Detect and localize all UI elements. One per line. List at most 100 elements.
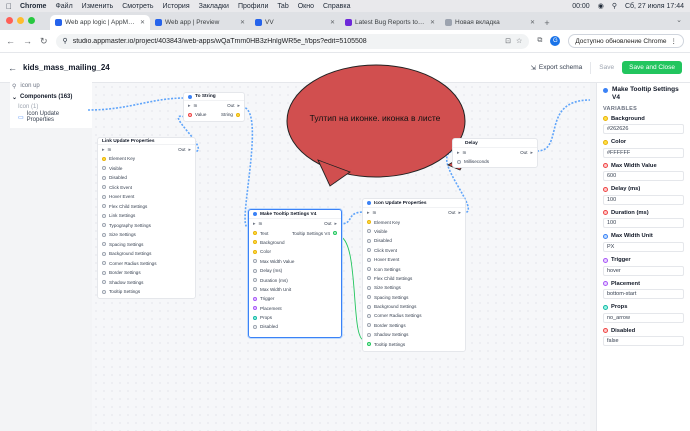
menu-tab[interactable]: Tab	[277, 3, 288, 10]
menu-app[interactable]: Chrome	[20, 3, 46, 10]
address-bar[interactable]: ⚲ studio.appmaster.io/project/403843/web…	[55, 33, 530, 49]
tab-close-icon[interactable]: ✕	[240, 19, 245, 26]
tab-bug-reports[interactable]: Latest Bug Reports topics - A ✕	[340, 15, 440, 30]
menu-edit[interactable]: Изменить	[82, 3, 114, 10]
site-info-icon[interactable]: ⚲	[63, 37, 68, 45]
input-port-icon[interactable]	[253, 306, 257, 311]
flow-in-icon[interactable]: ▸	[102, 147, 105, 153]
flow-in-icon[interactable]: ▸	[367, 210, 370, 216]
input-port-icon[interactable]	[253, 287, 257, 292]
input-port-icon[interactable]	[253, 268, 257, 273]
flow-out-icon[interactable]: ▸	[188, 147, 191, 153]
node-title[interactable]: Make Tooltip Settings V4	[249, 210, 341, 219]
input-port-icon[interactable]	[102, 185, 106, 190]
var-delay-input[interactable]: 100	[603, 194, 684, 205]
input-port-icon[interactable]	[367, 285, 371, 290]
input-port-icon[interactable]	[367, 342, 371, 347]
bookmark-star-icon[interactable]: ☆	[516, 37, 522, 45]
var-disabled-input[interactable]: false	[603, 336, 684, 347]
node-title[interactable]: Icon Update Properties	[363, 199, 465, 208]
flow-out-icon[interactable]: ▸	[334, 221, 337, 227]
forward-arrow-icon[interactable]: →	[23, 36, 32, 46]
component-search[interactable]: ⚲ icon up	[10, 80, 92, 92]
input-port-icon[interactable]	[367, 313, 371, 318]
menu-help[interactable]: Справка	[323, 3, 350, 10]
menu-profiles[interactable]: Профили	[238, 3, 268, 10]
search-icon[interactable]: ⚲	[612, 2, 617, 10]
minimize-window-icon[interactable]	[17, 17, 24, 24]
export-schema-button[interactable]: ⇲ Export schema	[530, 64, 582, 72]
back-to-list-icon[interactable]: ←	[8, 63, 17, 73]
node-icon-update-properties[interactable]: Icon Update Properties ▸ In Out ▸ Elemen…	[362, 198, 466, 352]
input-port-icon[interactable]	[102, 166, 106, 171]
input-port-icon[interactable]	[102, 270, 106, 275]
input-port-icon[interactable]	[367, 248, 371, 253]
menu-file[interactable]: Файл	[55, 3, 72, 10]
node-make-tooltip-settings[interactable]: Make Tooltip Settings V4 ▸ In Out ▸ Text…	[248, 209, 342, 338]
input-port-icon[interactable]	[367, 267, 371, 272]
clock[interactable]: Сб, 27 июля 17:44	[625, 3, 684, 10]
apple-icon[interactable]: 	[6, 2, 12, 11]
input-port-icon[interactable]	[253, 296, 257, 301]
var-max-width-unit-input[interactable]: PX	[603, 241, 684, 252]
input-port-icon[interactable]	[367, 304, 371, 309]
menu-window[interactable]: Окно	[298, 3, 314, 10]
tab-web-app-logic[interactable]: Web app logic | AppMaster ✕	[50, 15, 150, 30]
flow-out-icon[interactable]: ▸	[237, 103, 240, 109]
input-port-icon[interactable]	[253, 240, 257, 245]
tab-close-icon[interactable]: ✕	[330, 19, 335, 26]
components-group-header[interactable]: ⌄ Components (163)	[10, 92, 92, 102]
save-button[interactable]: Save	[599, 64, 614, 71]
wifi-icon[interactable]: ◉	[598, 2, 604, 10]
input-port-icon[interactable]	[367, 257, 371, 262]
back-arrow-icon[interactable]: ←	[6, 36, 15, 46]
input-port-icon[interactable]	[253, 315, 257, 320]
menu-history[interactable]: История	[162, 3, 189, 10]
input-port-icon[interactable]	[253, 249, 257, 254]
var-background-input[interactable]: #262626	[603, 124, 684, 134]
input-port-icon[interactable]	[367, 332, 371, 337]
input-port-icon[interactable]	[102, 261, 106, 266]
flow-in-icon[interactable]: ▸	[188, 103, 191, 109]
maximize-window-icon[interactable]	[28, 17, 35, 24]
var-color-input[interactable]: #FFFFFF	[603, 147, 684, 158]
var-placement-input[interactable]: bottom-start	[603, 289, 684, 300]
tab-new-tab[interactable]: Новая вкладка ✕	[440, 15, 540, 30]
tab-preview[interactable]: Web app | Preview ✕	[150, 15, 250, 30]
input-port-icon[interactable]	[102, 242, 106, 247]
var-trigger-input[interactable]: hover	[603, 265, 684, 276]
string-port-icon[interactable]	[236, 112, 240, 117]
input-port-icon[interactable]	[367, 295, 371, 300]
var-duration-input[interactable]: 100	[603, 218, 684, 229]
flow-in-icon[interactable]: ▸	[253, 221, 256, 227]
input-port-icon[interactable]	[102, 289, 106, 294]
var-max-width-value-input[interactable]: 600	[603, 171, 684, 182]
tab-close-icon[interactable]: ✕	[530, 19, 535, 26]
input-port-icon[interactable]	[253, 259, 257, 264]
reload-icon[interactable]: ↻	[40, 36, 48, 47]
text-port-icon[interactable]	[253, 231, 257, 236]
input-port-icon[interactable]	[367, 238, 371, 243]
node-to-string[interactable]: To String ▸ In Out ▸ Value String	[183, 92, 245, 122]
input-port-icon[interactable]	[102, 251, 106, 256]
node-title[interactable]: To String	[184, 93, 244, 101]
input-port-icon[interactable]	[102, 175, 106, 180]
input-port-icon[interactable]	[102, 223, 106, 228]
search-input[interactable]: icon up	[20, 83, 39, 89]
flow-out-icon[interactable]: ▸	[530, 150, 533, 156]
chrome-update-button[interactable]: Доступно обновление Chrome ⋮	[568, 34, 684, 48]
component-item-icon-update-properties[interactable]: ▭ Icon Update Properties	[10, 111, 92, 123]
input-port-icon[interactable]	[367, 323, 371, 328]
node-title[interactable]: Delay	[453, 139, 537, 148]
node-title[interactable]: Link Update Properties	[98, 138, 195, 145]
value-port-icon[interactable]	[188, 112, 192, 117]
profile-avatar[interactable]: G	[550, 36, 561, 46]
input-port-icon[interactable]	[367, 229, 371, 234]
node-link-update-properties[interactable]: Link Update Properties ▸ In Out ▸ Elemen…	[97, 137, 196, 299]
input-port-icon[interactable]	[367, 276, 371, 281]
menu-bookmarks[interactable]: Закладки	[199, 3, 229, 10]
input-port-icon[interactable]	[253, 278, 257, 283]
menu-view[interactable]: Смотреть	[122, 3, 153, 10]
new-tab-plus-icon[interactable]: +	[540, 15, 554, 30]
input-port-icon[interactable]	[102, 156, 106, 161]
